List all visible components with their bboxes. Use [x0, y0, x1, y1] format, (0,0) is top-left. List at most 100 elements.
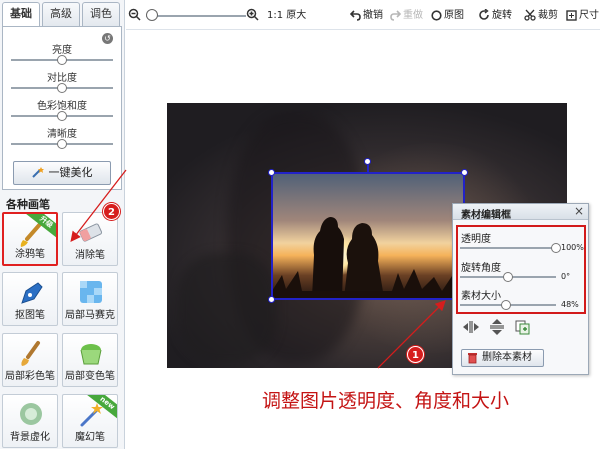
eraser-icon	[79, 223, 103, 242]
pen-cutout-icon	[21, 282, 43, 304]
tool-local-color-brush[interactable]: 局部彩色笔	[2, 333, 58, 387]
original-icon	[431, 10, 442, 21]
undo-button[interactable]: 撤销	[349, 8, 383, 24]
tool-label: 魔幻笔	[75, 432, 105, 443]
sharpness-label: 清晰度	[47, 129, 77, 140]
tool-cutout-pen[interactable]: 抠图笔	[2, 272, 58, 326]
magic-beautify-icon	[31, 167, 44, 178]
crop-button[interactable]: 裁剪	[524, 8, 558, 24]
resize-handle-tl[interactable]	[268, 169, 275, 176]
flip-vertical-icon[interactable]	[488, 319, 506, 335]
flip-horizontal-icon[interactable]	[462, 319, 480, 335]
opacity-value: 100%	[561, 243, 584, 252]
tool-doodle-brush[interactable]: 升级 涂鸦笔	[2, 212, 58, 266]
zoom-knob[interactable]	[146, 9, 158, 21]
color-brush-icon	[21, 341, 40, 366]
tool-label: 消除笔	[75, 250, 105, 261]
rotation-knob[interactable]	[503, 272, 513, 282]
blur-icon	[20, 403, 42, 425]
paint-bucket-icon	[80, 344, 102, 365]
size-label: 素材大小	[461, 291, 501, 302]
original-image-button[interactable]: 原图	[431, 8, 464, 24]
one-click-beautify-button[interactable]: 一键美化	[13, 161, 111, 185]
panel-title: 素材编辑框	[461, 210, 511, 221]
rotate-label: 旋转	[492, 10, 512, 21]
trash-icon	[468, 353, 477, 364]
zoom-slider[interactable]	[146, 9, 246, 21]
saturation-label: 色彩饱和度	[37, 101, 87, 112]
tab-advanced[interactable]: 高级	[42, 2, 80, 26]
tool-mosaic[interactable]: 局部马赛克	[62, 272, 118, 326]
zoom-in-button[interactable]	[246, 8, 261, 24]
original-label: 原图	[444, 10, 464, 21]
panel-header[interactable]: 素材编辑框 ×	[453, 204, 588, 221]
tool-magic-pen[interactable]: new 魔幻笔	[62, 394, 118, 448]
tool-label: 局部变色笔	[65, 371, 115, 382]
undo-label: 撤销	[363, 10, 383, 21]
close-icon[interactable]: ×	[574, 204, 584, 219]
brush-section-title: 各种画笔	[6, 198, 50, 211]
basic-adjust-panel: ↺ 亮度 对比度 色彩饱和度 清晰度 一键美化	[2, 26, 122, 190]
redo-icon	[390, 10, 402, 21]
redo-button[interactable]: 重做	[390, 8, 423, 24]
instruction-caption: 调整图片透明度、角度和大小	[262, 390, 510, 412]
tab-basic[interactable]: 基础	[2, 2, 40, 27]
beautify-label: 一键美化	[48, 166, 93, 179]
undo-icon	[349, 10, 361, 21]
crop-label: 裁剪	[538, 10, 558, 21]
size-value: 48%	[561, 300, 579, 309]
scissors-icon	[524, 9, 536, 21]
mosaic-icon	[80, 281, 102, 303]
redo-label: 重做	[403, 10, 423, 21]
tool-label: 抠图笔	[15, 310, 45, 321]
left-panel: 基础 高级 调色 ↺ 亮度 对比度 色彩饱和度 清晰度 一键美化 各种画笔 升级…	[0, 0, 125, 449]
actual-size-button[interactable]: 1:1 原大	[267, 8, 306, 24]
top-toolbar: 1:1 原大 撤销 重做 原图 旋转 裁剪 尺寸	[126, 0, 600, 30]
delete-label: 删除本素材	[482, 352, 532, 363]
rotation-slider[interactable]	[460, 272, 556, 282]
brightness-label: 亮度	[52, 45, 72, 56]
sharpness-knob[interactable]	[57, 139, 67, 149]
rotate-handle[interactable]	[364, 158, 371, 165]
step-badge-2: 2	[103, 203, 120, 220]
size-slider[interactable]	[460, 300, 556, 310]
tool-eraser[interactable]: 消除笔	[62, 212, 118, 266]
opacity-slider[interactable]	[460, 243, 561, 253]
photo-blurred-shape	[177, 253, 277, 363]
brightness-knob[interactable]	[57, 55, 67, 65]
material-edit-panel: 素材编辑框 × 透明度 100% 旋转角度 0° 素材大小 48% 删除本素材	[452, 203, 589, 375]
resize-button[interactable]: 尺寸	[566, 8, 599, 24]
brightness-slider[interactable]	[11, 55, 113, 65]
zoom-out-button[interactable]	[128, 8, 143, 24]
delete-material-button[interactable]: 删除本素材	[461, 349, 544, 367]
contrast-label: 对比度	[47, 73, 77, 84]
contrast-slider[interactable]	[11, 83, 113, 93]
resize-handle-bl[interactable]	[268, 296, 275, 303]
rotation-label: 旋转角度	[461, 263, 501, 274]
tool-label: 涂鸦笔	[15, 249, 45, 260]
rotate-handle-stem	[367, 165, 369, 173]
opacity-label: 透明度	[461, 234, 491, 245]
saturation-knob[interactable]	[57, 111, 67, 121]
copy-material-icon[interactable]	[514, 319, 532, 335]
adjust-tabs: 基础 高级 调色	[2, 2, 122, 27]
tool-label: 局部彩色笔	[5, 371, 55, 382]
resize-label: 尺寸	[579, 10, 599, 21]
tab-color[interactable]: 调色	[82, 2, 120, 26]
step-badge-1: 1	[407, 346, 424, 363]
resize-handle-tr[interactable]	[461, 169, 468, 176]
opacity-knob[interactable]	[551, 243, 561, 253]
tool-label: 局部马赛克	[65, 310, 115, 321]
zoom-out-icon	[128, 8, 141, 21]
rotation-value: 0°	[561, 272, 571, 281]
tool-local-recolor[interactable]: 局部变色笔	[62, 333, 118, 387]
saturation-slider[interactable]	[11, 111, 113, 121]
sticker-selection-box[interactable]	[271, 172, 465, 300]
contrast-knob[interactable]	[57, 83, 67, 93]
zoom-in-icon	[246, 8, 259, 21]
sharpness-slider[interactable]	[11, 139, 113, 149]
resize-icon	[566, 10, 577, 21]
rotate-button[interactable]: 旋转	[478, 8, 512, 24]
tool-label: 背景虚化	[10, 432, 50, 443]
tool-background-blur[interactable]: 背景虚化	[2, 394, 58, 448]
